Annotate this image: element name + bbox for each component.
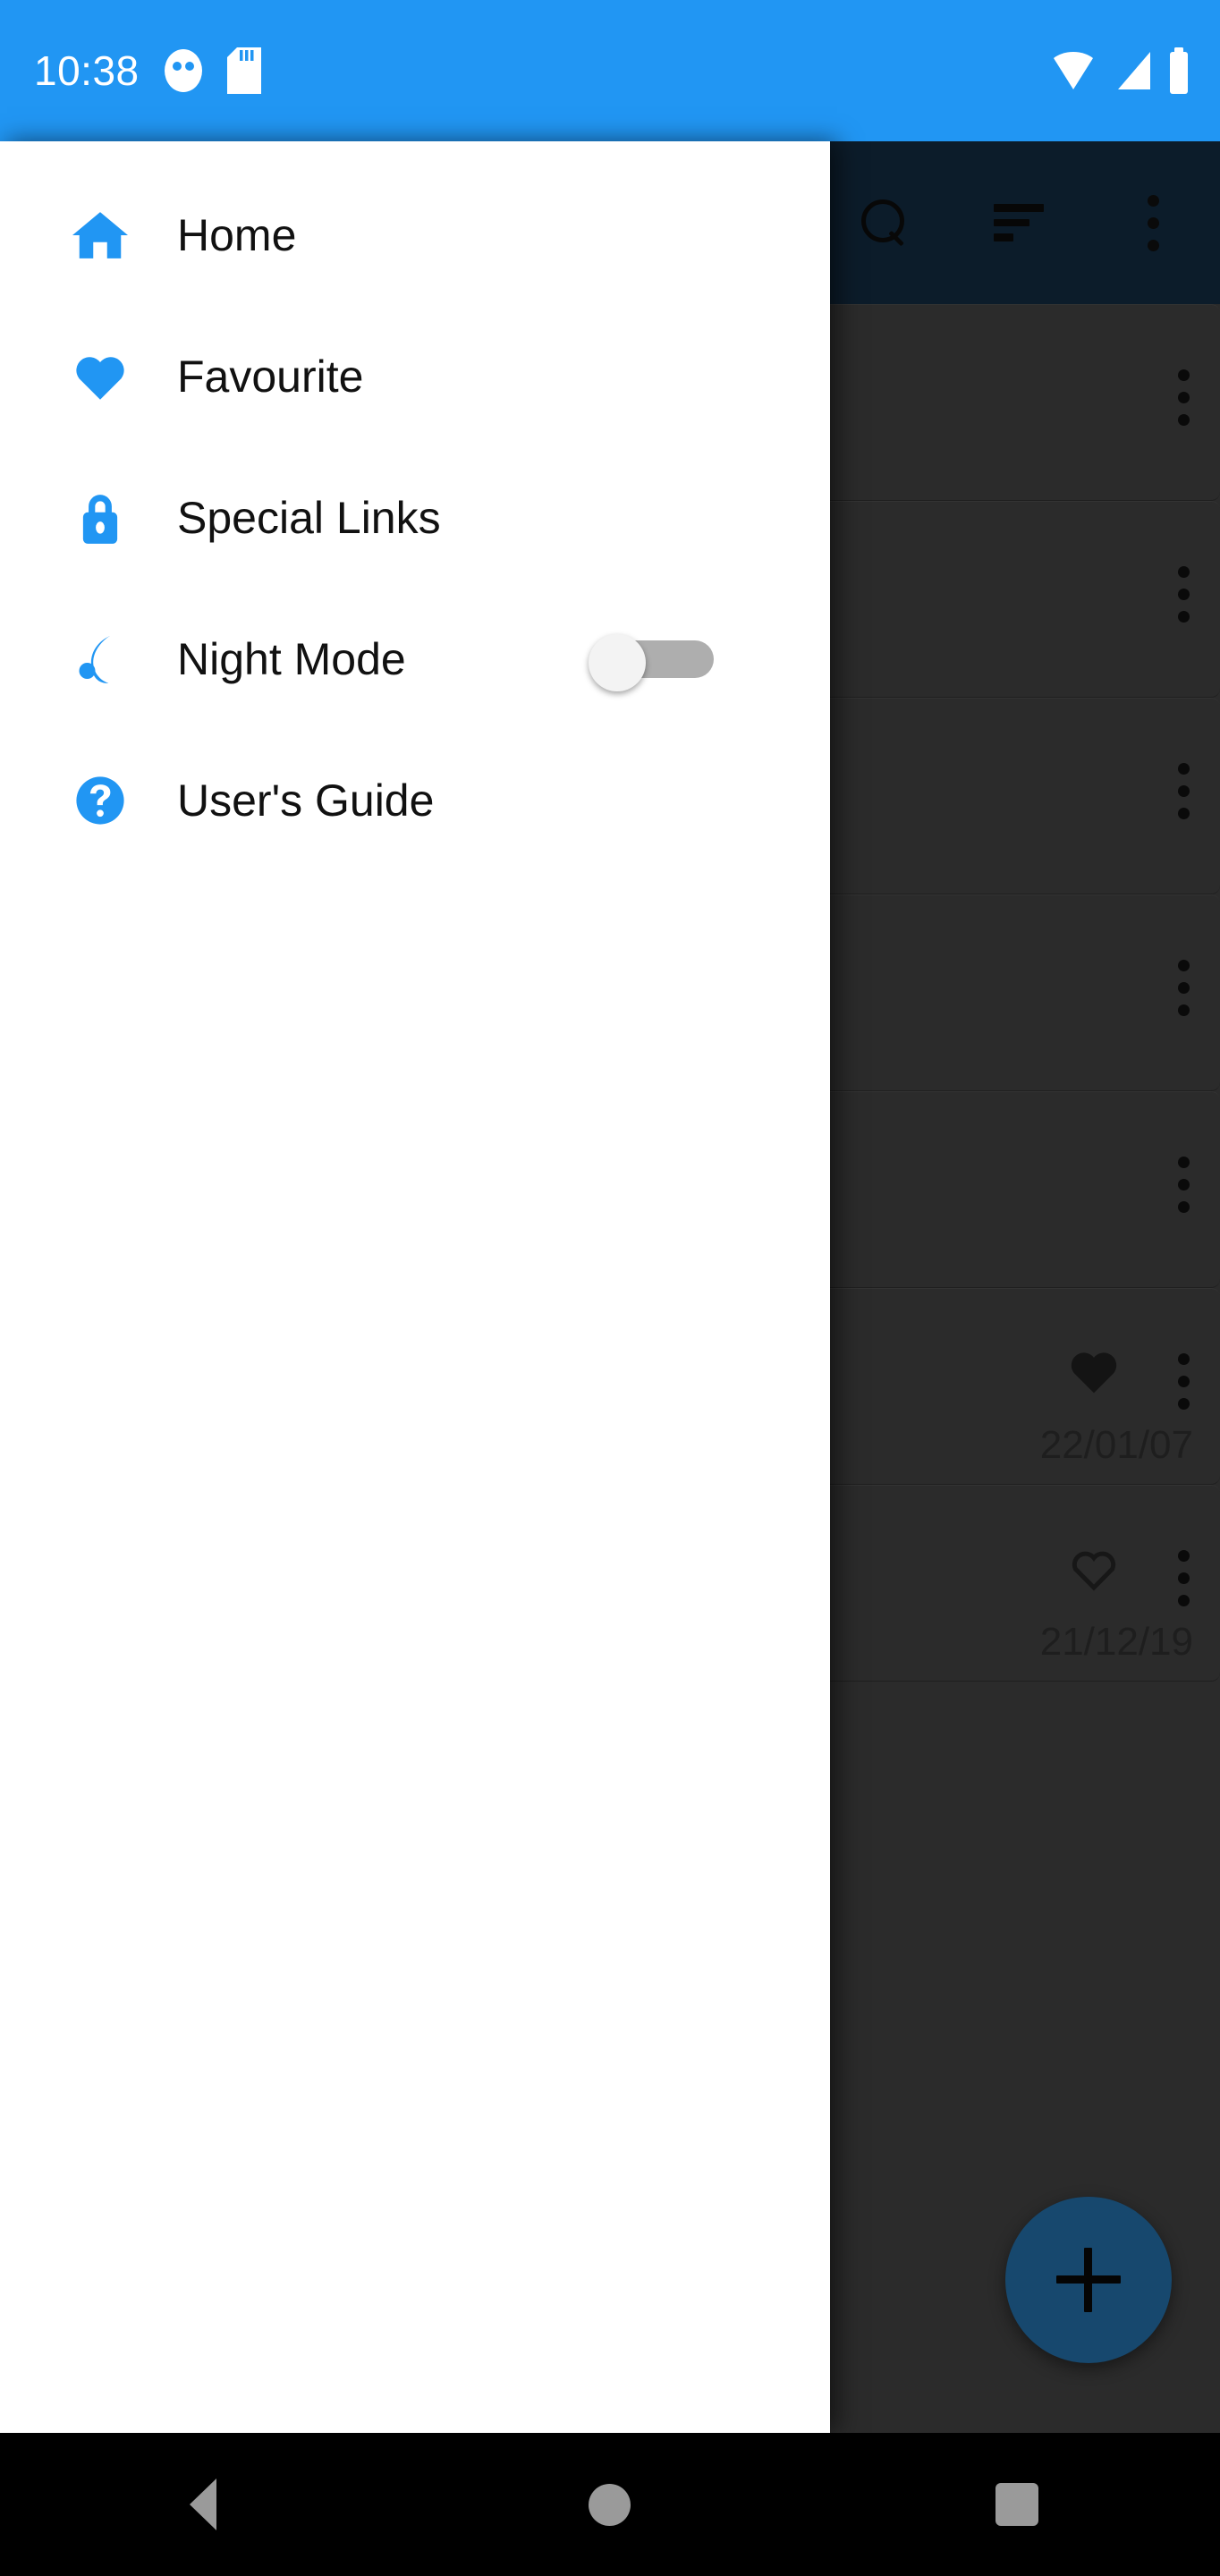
notification-circle-icon bbox=[164, 49, 202, 92]
nav-back-button[interactable] bbox=[114, 2433, 292, 2576]
drawer-item-label: Favourite bbox=[177, 352, 364, 402]
sd-card-icon bbox=[226, 47, 261, 94]
plus-icon bbox=[1056, 2248, 1121, 2312]
home-circle-icon bbox=[589, 2483, 631, 2526]
drawer-item-night-mode[interactable]: Night Mode bbox=[0, 589, 830, 730]
system-navigation-bar bbox=[0, 2433, 1220, 2576]
wifi-icon bbox=[1054, 52, 1093, 89]
card-overflow-icon[interactable] bbox=[1178, 1550, 1190, 1606]
drawer-item-home[interactable]: Home bbox=[0, 165, 830, 306]
toggle-thumb bbox=[589, 634, 646, 691]
cellular-signal-icon bbox=[1118, 52, 1150, 89]
lock-icon bbox=[72, 489, 129, 547]
overflow-menu-button[interactable] bbox=[1086, 141, 1220, 304]
sort-button[interactable] bbox=[952, 141, 1086, 304]
recents-square-icon bbox=[995, 2483, 1038, 2526]
card-overflow-icon[interactable] bbox=[1178, 960, 1190, 1016]
moon-icon bbox=[72, 631, 129, 688]
drawer-item-label: Home bbox=[177, 210, 297, 260]
drawer-item-favourite[interactable]: Favourite bbox=[0, 306, 830, 447]
drawer-item-users-guide[interactable]: User's Guide bbox=[0, 730, 830, 871]
heart-icon bbox=[72, 348, 129, 405]
navigation-drawer: Home Favourite Special Links Night Mode … bbox=[0, 141, 830, 2433]
nav-home-button[interactable] bbox=[521, 2433, 699, 2576]
battery-icon bbox=[1170, 47, 1188, 94]
nav-recents-button[interactable] bbox=[928, 2433, 1106, 2576]
status-bar-right bbox=[1050, 47, 1190, 94]
add-button[interactable] bbox=[1005, 2197, 1172, 2363]
drawer-item-label: User's Guide bbox=[177, 775, 435, 826]
favourite-filled-icon[interactable] bbox=[1068, 1348, 1120, 1399]
card-date: 21/12/19 bbox=[1039, 1620, 1193, 1664]
night-mode-toggle[interactable] bbox=[589, 634, 714, 691]
status-clock: 10:38 bbox=[34, 47, 140, 94]
card-overflow-icon[interactable] bbox=[1178, 1157, 1190, 1213]
search-button[interactable] bbox=[818, 141, 952, 304]
back-triangle-icon bbox=[190, 2479, 217, 2530]
card-overflow-icon[interactable] bbox=[1178, 763, 1190, 819]
drawer-item-label: Special Links bbox=[177, 493, 441, 543]
home-icon bbox=[72, 207, 129, 264]
phone-screen: 22/01/07 21/12/19 10:38 Home Favourite S… bbox=[0, 0, 1220, 2576]
card-overflow-icon[interactable] bbox=[1178, 369, 1190, 426]
card-overflow-icon[interactable] bbox=[1178, 566, 1190, 623]
favourite-outline-icon[interactable] bbox=[1068, 1545, 1120, 1596]
status-bar: 10:38 bbox=[0, 0, 1220, 141]
search-icon bbox=[861, 199, 908, 246]
drawer-item-label: Night Mode bbox=[177, 634, 406, 684]
question-circle-icon bbox=[72, 772, 129, 829]
card-date: 22/01/07 bbox=[1039, 1423, 1193, 1467]
drawer-item-special-links[interactable]: Special Links bbox=[0, 447, 830, 589]
sort-icon bbox=[994, 204, 1044, 242]
card-overflow-icon[interactable] bbox=[1178, 1353, 1190, 1410]
overflow-menu-icon bbox=[1147, 194, 1159, 251]
status-bar-left: 10:38 bbox=[34, 47, 261, 95]
